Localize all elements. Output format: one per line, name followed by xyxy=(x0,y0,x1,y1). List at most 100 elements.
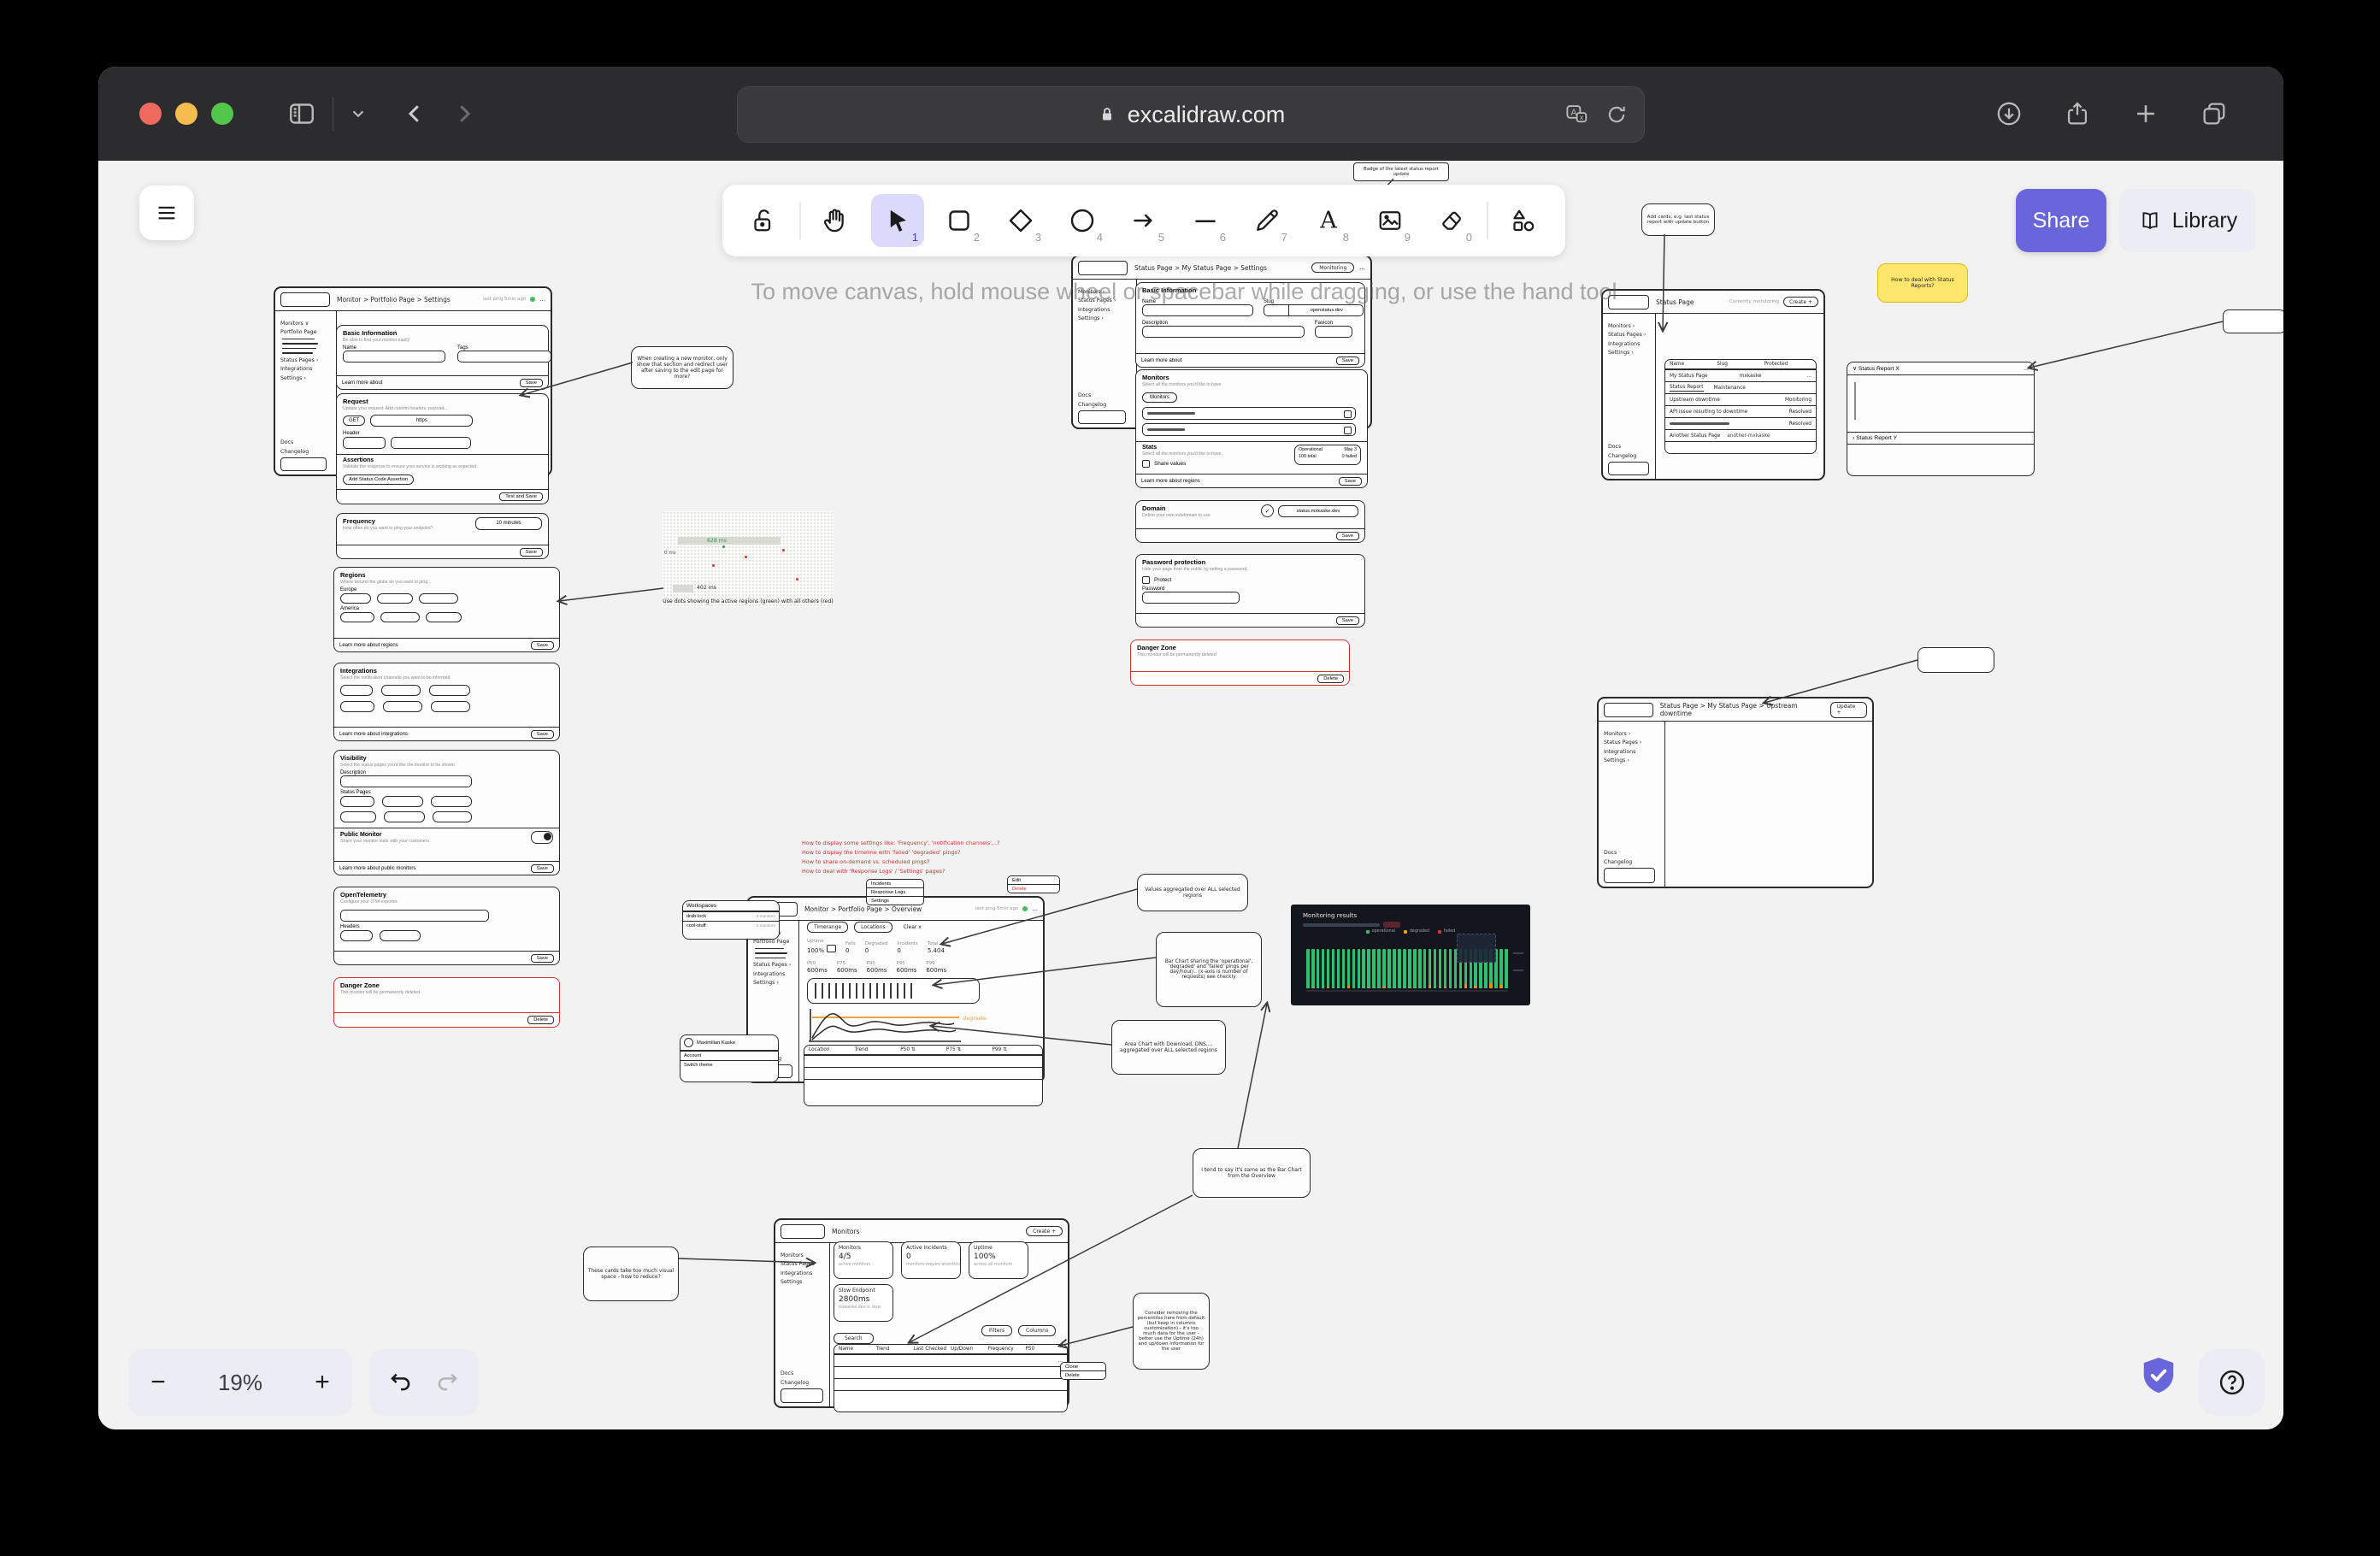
card-sp-basic[interactable]: Basic Information Name Slug .openstatus.… xyxy=(1135,282,1365,368)
menu-item[interactable]: Edit xyxy=(1008,876,1059,884)
line-tool[interactable]: 6 xyxy=(1179,194,1232,247)
sidebar-item[interactable]: Changelog xyxy=(1078,402,1131,408)
workspace-item[interactable]: drab-lock3 monitors xyxy=(683,911,779,921)
zoom-out-button[interactable]: − xyxy=(128,1368,188,1397)
library-button[interactable]: Library xyxy=(2119,189,2256,252)
sidebar-item[interactable]: Changelog xyxy=(1604,859,1659,865)
sidebar-toggle-icon[interactable] xyxy=(286,98,317,129)
selection-tool[interactable]: 1 xyxy=(871,194,924,247)
card-sp-domain[interactable]: DomainDefine your own subdomain to use ✓… xyxy=(1135,500,1365,543)
note-area-chart[interactable]: Area Chart with Download, DNS,... aggreg… xyxy=(1111,1020,1226,1075)
text-tool[interactable]: A8 xyxy=(1302,194,1355,247)
tab-overview-icon[interactable] xyxy=(2200,99,2229,128)
sidebar-item[interactable]: Integrations xyxy=(1078,307,1132,313)
encryption-shield-icon[interactable] xyxy=(2139,1354,2178,1403)
sidebar-item[interactable]: Settings › xyxy=(1078,315,1132,321)
table-row[interactable]: API issue resulting to downtimeResolved xyxy=(1665,405,1816,417)
card-sp-monitors[interactable]: Monitors Select all the monitors you'd l… xyxy=(1135,369,1368,488)
sidebar-item[interactable]: Integrations xyxy=(753,971,794,977)
sticky-note-add-cards[interactable]: Add cards, e.g. last status report with … xyxy=(1641,203,1715,236)
sticky-note-badge[interactable]: Badge of the latest status report update xyxy=(1353,162,1449,181)
card-regions[interactable]: Regions Where around the globe do you wa… xyxy=(333,567,560,652)
card-sp-password[interactable]: Password protection Hide your page from … xyxy=(1135,554,1365,628)
sketch-window-upstream-downtime[interactable]: Status Page > My Status Page > Upstream … xyxy=(1597,697,1874,888)
main-menu-button[interactable] xyxy=(139,186,194,240)
note-bar-chart[interactable]: Bar Chart sharing the 'operational', 'de… xyxy=(1156,932,1262,1007)
menu-item[interactable]: Delete xyxy=(1008,884,1059,893)
redo-button[interactable] xyxy=(433,1367,461,1399)
sidebar-item[interactable]: Monitors › xyxy=(1608,323,1651,329)
eraser-tool[interactable]: 0 xyxy=(1425,194,1478,247)
world-map-image[interactable]: 628 ms 0 ms 402 ms Use dots showing the … xyxy=(663,511,834,607)
card-opentelemetry[interactable]: OpenTelemetry Configure your OTel export… xyxy=(333,887,560,965)
context-menu-edit[interactable]: EditDelete xyxy=(1007,875,1060,893)
sidebar-item[interactable]: Status Pages › xyxy=(1604,740,1660,746)
zoom-level[interactable]: 19% xyxy=(188,1370,292,1396)
draw-tool[interactable]: 7 xyxy=(1240,194,1293,247)
account-dropdown[interactable]: Maximilian Kaske AccountSwitch theme xyxy=(680,1034,779,1082)
sidebar-item[interactable]: Monitors › xyxy=(1604,731,1660,737)
address-bar[interactable]: excalidraw.com Ax xyxy=(737,86,1645,143)
sidebar-item[interactable]: Monitors xyxy=(781,1252,825,1258)
sidebar-item[interactable]: Monitors ∨ xyxy=(280,321,332,327)
sidebar-item[interactable]: Integrations xyxy=(781,1270,825,1276)
sidebar-item[interactable]: Status Pages › xyxy=(1608,332,1651,338)
sidebar-item[interactable]: Changelog xyxy=(781,1380,824,1386)
sidebar-item[interactable]: Docs xyxy=(1604,850,1659,856)
sidebar-item[interactable]: Integrations xyxy=(1608,341,1651,347)
close-window-button[interactable] xyxy=(139,103,162,125)
sidebar-item[interactable]: Docs xyxy=(781,1370,824,1376)
sidebar-item[interactable]: Changelog xyxy=(280,449,331,455)
tab-status-report[interactable]: Status Report xyxy=(1670,385,1704,392)
note-cards-space[interactable]: These cards take too much visual space -… xyxy=(583,1247,679,1301)
menu-item[interactable]: Account xyxy=(680,1051,778,1060)
sidebar-item[interactable]: Settings › xyxy=(280,375,332,381)
diamond-tool[interactable]: 3 xyxy=(994,194,1047,247)
sketch-window-statuspage-list[interactable]: Status Page Currently monitoring Create … xyxy=(1601,289,1825,480)
note-same-bar[interactable]: I tend to say it's same as the Bar Chart… xyxy=(1193,1148,1311,1198)
note-percentiles[interactable]: Consider removing the percentiles here f… xyxy=(1133,1293,1210,1370)
sidebar-item[interactable]: Settings xyxy=(781,1279,825,1285)
image-tool[interactable]: 9 xyxy=(1364,194,1417,247)
rectangle-tool[interactable]: 2 xyxy=(933,194,986,247)
menu-item[interactable]: Incidents xyxy=(867,880,923,887)
forward-button[interactable] xyxy=(451,101,477,127)
status-report-card[interactable]: ∨ Status Report X ... › Status Report Y xyxy=(1847,362,2035,476)
zoom-in-button[interactable]: + xyxy=(292,1368,352,1397)
minimize-window-button[interactable] xyxy=(175,103,197,125)
row-context-menu[interactable]: CloneDelete xyxy=(1060,1362,1106,1380)
sticky-note-status-reports[interactable]: How to deal with Status Reports? xyxy=(1877,263,1968,303)
zoom-window-button[interactable] xyxy=(211,103,233,125)
excalidraw-canvas[interactable]: Monitor > Portfolio Page > Settings last… xyxy=(98,161,2283,1429)
context-menu-pages[interactable]: IncidentsResponse LogsSettings xyxy=(866,879,924,905)
share-page-icon[interactable] xyxy=(2063,99,2092,128)
sidebar-item[interactable]: Integrations xyxy=(1604,749,1660,755)
sidebar-item[interactable]: Settings › xyxy=(1604,757,1660,763)
lock-tool[interactable] xyxy=(738,194,791,247)
workspaces-dropdown[interactable]: Workspaces drab-lock3 monitorscool-stuff… xyxy=(682,900,780,940)
hand-tool[interactable] xyxy=(810,194,863,247)
sidebar-item[interactable]: Settings › xyxy=(753,980,794,986)
menu-item[interactable]: Clone xyxy=(1061,1363,1105,1370)
sidebar-item[interactable]: Status Pages › xyxy=(753,962,794,968)
sidebar-item[interactable]: Status Pages xyxy=(781,1261,825,1267)
shapes-tool[interactable] xyxy=(1497,194,1550,247)
sticky-note-new-monitor[interactable]: When creating a new monitor, only show t… xyxy=(631,346,733,389)
arrow-tool[interactable]: 5 xyxy=(1117,194,1170,247)
sidebar-item[interactable]: Monitors › xyxy=(1078,289,1132,295)
reload-icon[interactable] xyxy=(1605,103,1629,127)
menu-item[interactable]: Response Logs xyxy=(867,887,923,896)
sidebar-item[interactable]: Docs xyxy=(1608,444,1650,450)
menu-item[interactable]: Delete xyxy=(1061,1370,1105,1379)
empty-box-b[interactable] xyxy=(1918,647,1994,673)
card-sp-danger[interactable]: Danger Zone This monitor will be permane… xyxy=(1130,639,1350,686)
sidebar-item[interactable]: Docs xyxy=(280,439,331,445)
help-button[interactable] xyxy=(2199,1349,2265,1416)
card-request[interactable]: Request Update your request. Add custom … xyxy=(336,393,549,504)
downloads-icon[interactable] xyxy=(1994,99,2024,128)
card-visibility[interactable]: Visibility Select the status pages you'd… xyxy=(333,750,560,875)
card-frequency[interactable]: FrequencyHow often do you want to ping y… xyxy=(336,513,549,559)
translate-icon[interactable]: Ax xyxy=(1564,102,1589,127)
card-danger-zone[interactable]: Danger Zone This monitor will be permane… xyxy=(333,977,560,1028)
menu-item[interactable]: Switch theme xyxy=(680,1060,778,1070)
